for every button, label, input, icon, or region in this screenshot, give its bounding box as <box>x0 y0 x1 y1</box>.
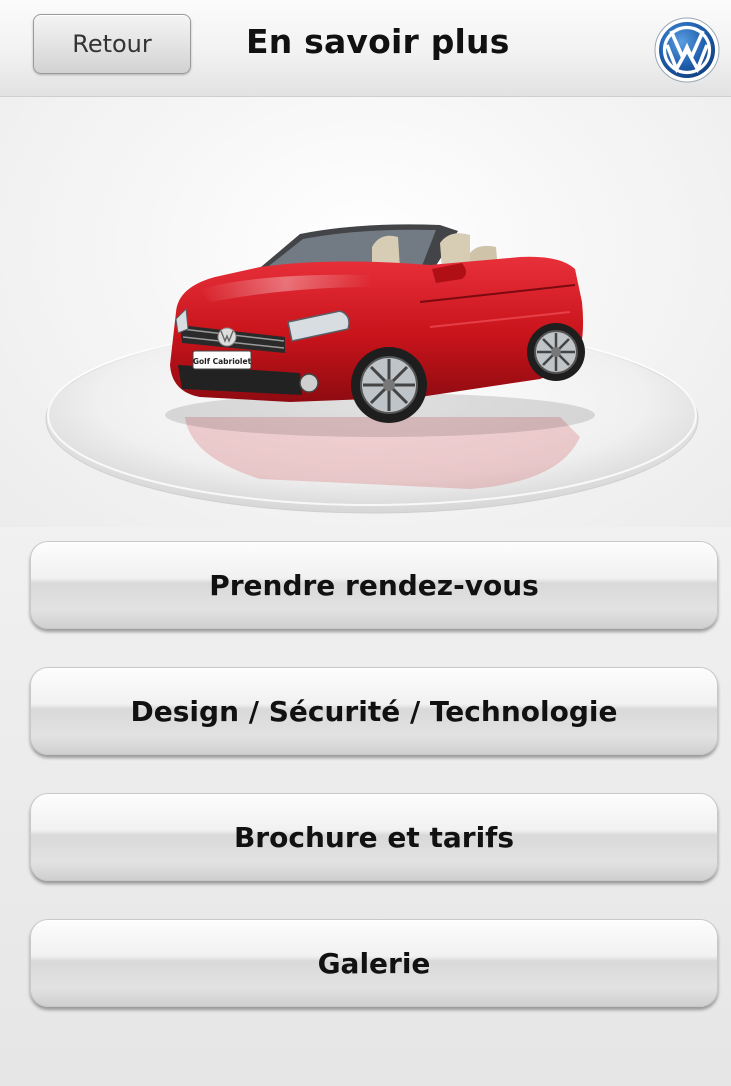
menu-item-label: Prendre rendez-vous <box>209 568 539 602</box>
menu-item-design-securite-technologie[interactable]: Design / Sécurité / Technologie <box>30 667 718 755</box>
back-button-label: Retour <box>72 30 152 58</box>
back-button[interactable]: Retour <box>33 14 191 74</box>
car-image: Golf Cabriolet <box>45 224 699 514</box>
page-title: En savoir plus <box>246 22 510 61</box>
menu-item-prendre-rendez-vous[interactable]: Prendre rendez-vous <box>30 541 718 629</box>
menu-item-label: Galerie <box>317 946 431 980</box>
header-bar: Retour En savoir plus <box>0 0 731 97</box>
menu-item-brochure-et-tarifs[interactable]: Brochure et tarifs <box>30 793 718 881</box>
menu-item-galerie[interactable]: Galerie <box>30 919 718 1007</box>
hero-banner: Golf Cabriolet <box>0 97 731 527</box>
vw-logo-icon <box>654 17 720 83</box>
menu-item-label: Design / Sécurité / Technologie <box>130 694 618 728</box>
screen: Retour En savoir plus Golf Cabriolet Pre… <box>0 0 731 1086</box>
license-plate: Golf Cabriolet <box>193 357 252 366</box>
menu-item-label: Brochure et tarifs <box>233 820 515 854</box>
